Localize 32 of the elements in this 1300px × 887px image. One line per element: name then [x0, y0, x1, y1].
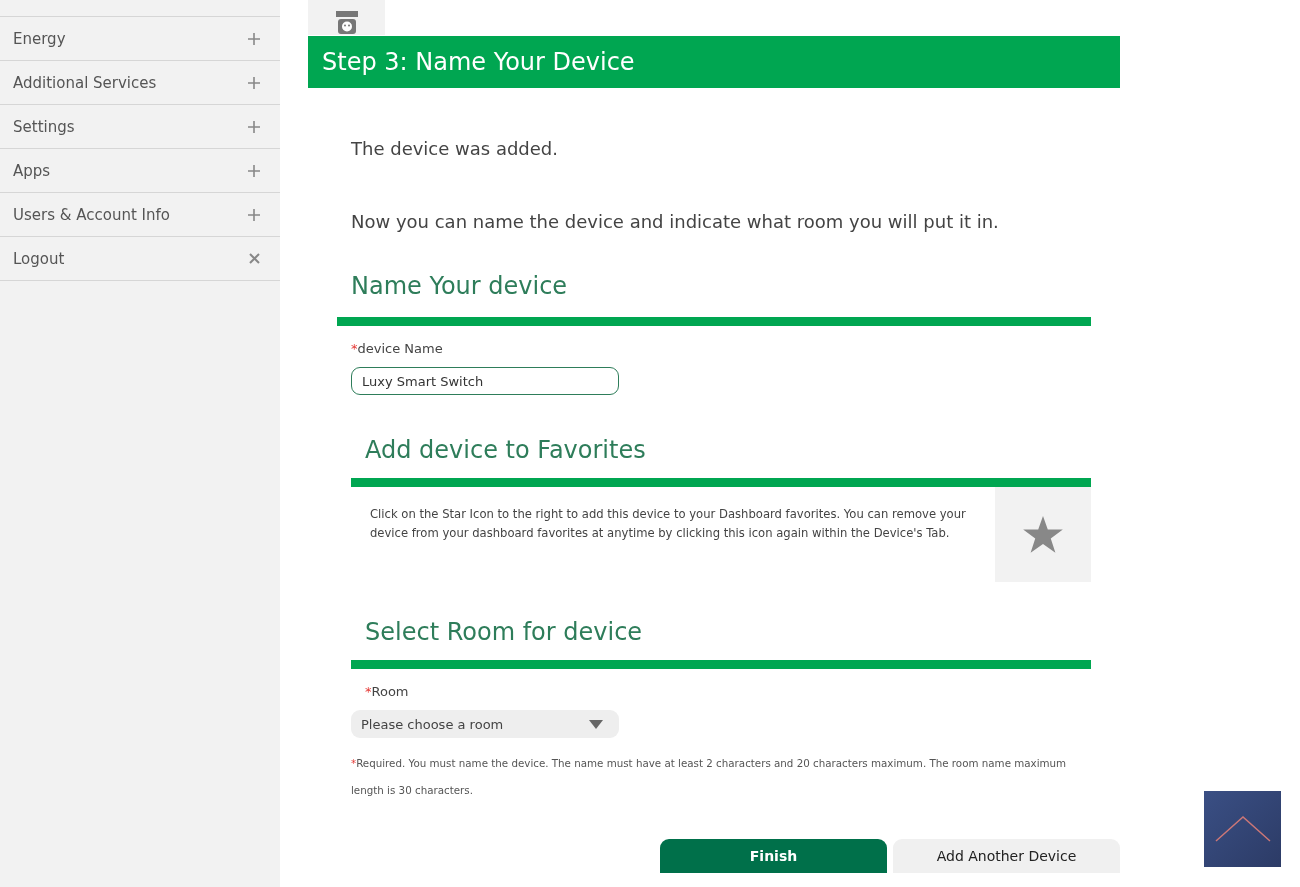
room-select[interactable]: Please choose a room [351, 710, 619, 738]
section-title: Name Your device [351, 272, 569, 300]
sidebar-item[interactable]: Users & Account Info [0, 193, 280, 237]
plus-icon [248, 208, 260, 221]
section-title: Add device to Favorites [365, 436, 647, 464]
step-header: Step 3: Name Your Device [308, 36, 1120, 88]
plus-icon [248, 32, 260, 45]
sidebar-item[interactable]: Apps [0, 149, 280, 193]
field-label: *Room [365, 684, 410, 699]
plus-icon [248, 120, 260, 133]
status-message: The device was added. [351, 138, 559, 159]
outlet-icon [334, 11, 359, 35]
finish-button[interactable]: Finish [660, 839, 887, 873]
sidebar-item[interactable]: Logout [0, 237, 280, 281]
add-device-button[interactable]: Add Another Device [893, 839, 1120, 873]
caret-icon [589, 719, 603, 729]
instruction-text: Now you can name the device and indicate what room you will put it in. [351, 211, 1000, 232]
plus-icon [248, 76, 260, 89]
sidebar-item[interactable]: Settings [0, 105, 280, 149]
close-icon [249, 253, 260, 264]
section-title: Select Room for device [365, 618, 644, 646]
device-name-field[interactable]: Luxy Smart Switch [351, 367, 619, 395]
scroll-top-button[interactable] [1204, 791, 1281, 867]
field-label: *device Name [351, 341, 444, 356]
sidebar-item[interactable]: Energy [0, 17, 280, 61]
star-icon [1023, 515, 1063, 554]
sidebar-item[interactable]: Additional Services [0, 61, 280, 105]
plus-icon [248, 164, 260, 177]
chevron-up-icon [1214, 816, 1271, 842]
favorite-star-button[interactable] [995, 487, 1091, 582]
requirements-note: *Required. You must name the device. The name must have at least 2 characters and 20 characters maximum. The room name maximum length is 30 characters. [351, 756, 1068, 798]
favorites-description: Click on the Star Icon to the right to add this device to your Dashboard favorites. You can remove your device from your dashboard favorites at anytime by clicking this icon again within the Device's Tab. [369, 506, 967, 542]
